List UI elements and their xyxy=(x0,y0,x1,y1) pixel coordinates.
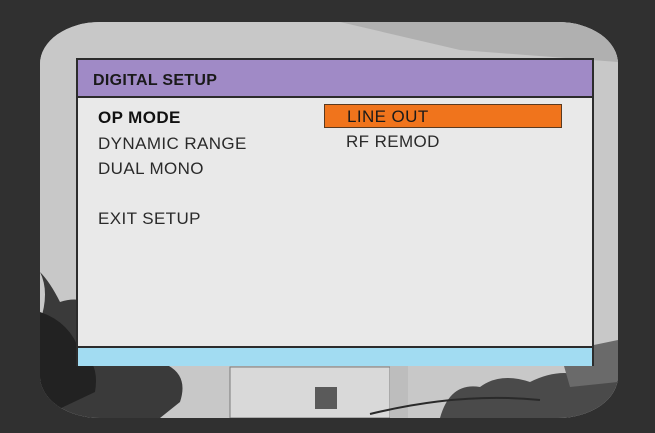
option-rf-remod-label: RF REMOD xyxy=(346,132,440,151)
monitor-bezel: DIGITAL SETUP OP MODE DYNAMIC RANGE DUAL… xyxy=(0,0,655,433)
option-line-out[interactable]: LINE OUT xyxy=(324,104,562,128)
menu-item-exit-setup[interactable]: EXIT SETUP xyxy=(98,209,201,229)
menu-status-bar xyxy=(78,346,592,366)
menu-item-dual-mono[interactable]: DUAL MONO xyxy=(98,159,204,179)
option-line-out-label: LINE OUT xyxy=(347,107,429,126)
building xyxy=(229,366,391,418)
menu-title: DIGITAL SETUP xyxy=(93,72,218,89)
menu-item-op-mode[interactable]: OP MODE xyxy=(98,108,181,128)
menu-item-dynamic-range[interactable]: DYNAMIC RANGE xyxy=(98,134,247,154)
menu-title-bar: DIGITAL SETUP xyxy=(78,60,592,98)
building-window xyxy=(315,387,337,409)
digital-setup-menu: DIGITAL SETUP OP MODE DYNAMIC RANGE DUAL… xyxy=(76,58,594,366)
option-rf-remod[interactable]: RF REMOD xyxy=(324,130,562,154)
